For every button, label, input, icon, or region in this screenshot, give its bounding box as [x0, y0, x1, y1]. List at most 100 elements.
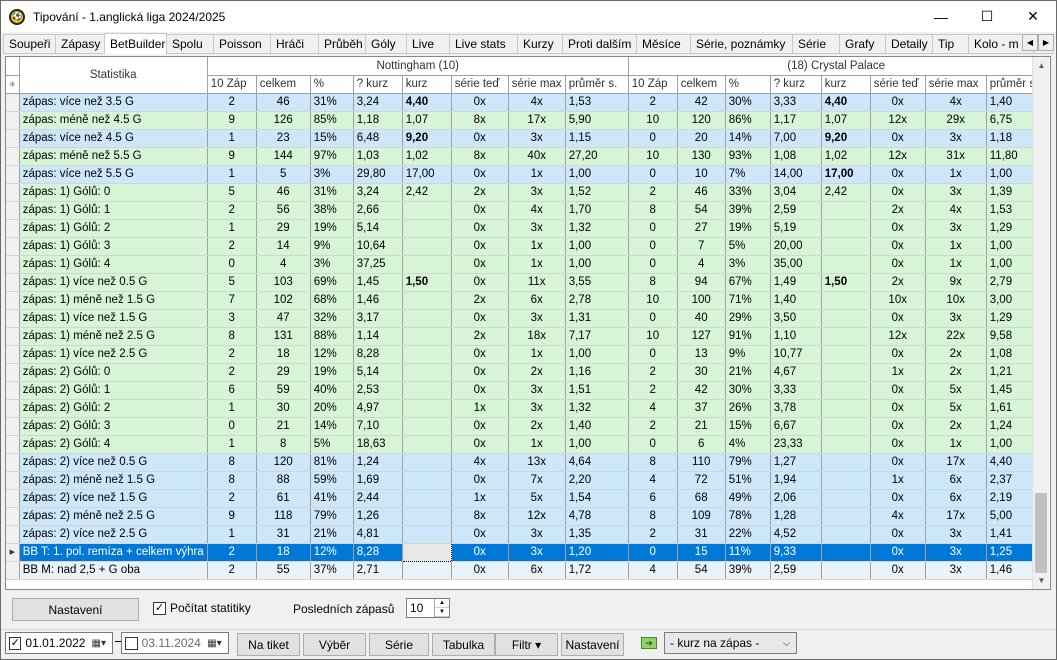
table-row[interactable]: zápas: 2) Gólů: 4 1 8 5% 18,63 0x 1x 1,00 0 6 4% 23…	[6, 435, 1045, 454]
data-cell[interactable]: 22x	[925, 327, 987, 346]
data-cell[interactable]: 88	[256, 471, 311, 490]
data-cell[interactable]: 8	[628, 273, 678, 292]
data-cell[interactable]: 3x	[925, 561, 987, 580]
data-cell[interactable]: 2,66	[353, 201, 403, 220]
row-indicator[interactable]	[6, 237, 20, 256]
data-cell[interactable]	[402, 525, 452, 544]
data-cell[interactable]: 7%	[725, 165, 771, 184]
data-cell[interactable]: 5	[256, 165, 311, 184]
data-cell[interactable]: 0x	[451, 345, 509, 364]
data-cell[interactable]: 6x	[925, 471, 987, 490]
col-header[interactable]: série max	[508, 75, 566, 94]
data-cell[interactable]: 8x	[451, 111, 509, 130]
table-row[interactable]: zápas: 2) více než 2.5 G 1 31 21% 4,81 0x 3x 1,…	[6, 525, 1045, 544]
data-cell[interactable]: 1,10	[770, 327, 822, 346]
data-cell[interactable]: 71%	[725, 291, 771, 310]
col-header[interactable]: série teď	[870, 75, 926, 94]
data-cell[interactable]: 3,78	[770, 399, 822, 418]
data-cell[interactable]: 5x	[925, 399, 987, 418]
data-cell[interactable]: 39%	[725, 201, 771, 220]
data-cell[interactable]: 2x	[925, 345, 987, 364]
data-cell[interactable]: 6,67	[770, 417, 822, 436]
data-cell[interactable]: 0x	[451, 381, 509, 400]
stat-name-cell[interactable]: zápas: více než 3.5 G	[19, 93, 208, 112]
data-cell[interactable]	[402, 363, 452, 382]
data-cell[interactable]: 1,49	[770, 273, 822, 292]
data-cell[interactable]: 120	[256, 453, 311, 472]
row-indicator[interactable]	[6, 399, 20, 418]
data-cell[interactable]	[402, 381, 452, 400]
data-cell[interactable]: 6x	[925, 489, 987, 508]
data-cell[interactable]: 3,33	[770, 93, 822, 112]
data-cell[interactable]: 3x	[925, 183, 987, 202]
data-cell[interactable]: 1,52	[565, 183, 629, 202]
data-cell[interactable]: 2	[207, 345, 257, 364]
data-cell[interactable]: 22%	[725, 525, 771, 544]
tab-5[interactable]: Hráči	[270, 34, 319, 53]
data-cell[interactable]: 29,80	[353, 165, 403, 184]
data-cell[interactable]: 5	[207, 273, 257, 292]
table-row[interactable]: zápas: 1) Gólů: 4 0 4 3% 37,25 0x 1x 1,00 0 4 3% 35…	[6, 255, 1045, 274]
data-cell[interactable]: 131	[256, 327, 311, 346]
data-cell[interactable]: 9,33	[770, 543, 822, 562]
stat-name-cell[interactable]: zápas: 1) méně než 2.5 G	[19, 327, 208, 346]
data-cell[interactable]: 0x	[451, 93, 509, 112]
data-cell[interactable]: 17x	[925, 507, 987, 526]
data-cell[interactable]: 2,06	[770, 489, 822, 508]
row-indicator[interactable]	[6, 345, 20, 364]
data-cell[interactable]: 0x	[451, 561, 509, 580]
data-cell[interactable]: 18	[256, 543, 311, 562]
data-cell[interactable]: 2,53	[353, 381, 403, 400]
data-cell[interactable]: 1,50	[821, 273, 871, 292]
data-cell[interactable]: 2	[628, 363, 678, 382]
data-cell[interactable]: 0x	[870, 129, 926, 148]
data-cell[interactable]: 3x	[925, 543, 987, 562]
data-cell[interactable]: 6	[677, 435, 726, 454]
spin-up-icon[interactable]: ▲	[435, 599, 449, 608]
table-row[interactable]: zápas: 1) Gólů: 2 1 29 19% 5,14 0x 3x 1,32 0 27 19…	[6, 219, 1045, 238]
stat-name-cell[interactable]: zápas: 1) Gólů: 0	[19, 183, 208, 202]
stat-name-cell[interactable]: zápas: 1) Gólů: 1	[19, 201, 208, 220]
data-cell[interactable]: 3x	[508, 309, 566, 328]
data-cell[interactable]: 1,50	[402, 273, 452, 292]
data-cell[interactable]: 100	[677, 291, 726, 310]
data-cell[interactable]: 1x	[925, 435, 987, 454]
table-row[interactable]: zápas: 2) méně než 1.5 G 8 88 59% 1,69 0x 7x 2,…	[6, 471, 1045, 490]
data-cell[interactable]	[402, 237, 452, 256]
data-cell[interactable]: 3x	[508, 183, 566, 202]
data-cell[interactable]: 0x	[451, 363, 509, 382]
maximize-button[interactable]: ☐	[964, 1, 1010, 32]
data-cell[interactable]	[821, 309, 871, 328]
data-cell[interactable]	[402, 417, 452, 436]
row-indicator[interactable]: ▶	[6, 543, 20, 562]
data-cell[interactable]: 1	[207, 219, 257, 238]
stat-name-cell[interactable]: zápas: 2) více než 2.5 G	[19, 525, 208, 544]
data-cell[interactable]: 1,24	[353, 453, 403, 472]
data-cell[interactable]: 1	[207, 399, 257, 418]
data-cell[interactable]: 4	[256, 255, 311, 274]
data-cell[interactable]: 13	[677, 345, 726, 364]
data-cell[interactable]: 30%	[725, 93, 771, 112]
table-row[interactable]: zápas: méně než 5.5 G 9 144 97% 1,03 1,02 8x 40…	[6, 147, 1045, 166]
data-cell[interactable]: 2	[207, 93, 257, 112]
data-cell[interactable]: 1,07	[402, 111, 452, 130]
stat-name-cell[interactable]: zápas: 2) Gólů: 3	[19, 417, 208, 436]
data-cell[interactable]: 12%	[310, 345, 354, 364]
data-cell[interactable]: 1,46	[353, 291, 403, 310]
table-row[interactable]: zápas: 1) méně než 2.5 G 8 131 88% 1,14 2x 18x…	[6, 327, 1045, 346]
table-row[interactable]: zápas: 2) Gólů: 1 6 59 40% 2,53 0x 3x 1,51 2 42 30…	[6, 381, 1045, 400]
tab-17[interactable]: Tip	[932, 34, 969, 53]
arrow-right-icon[interactable]: ➜	[641, 637, 657, 649]
data-cell[interactable]: 15%	[310, 129, 354, 148]
data-cell[interactable]: 0	[628, 219, 678, 238]
date-to-checkbox[interactable]	[125, 636, 138, 650]
data-cell[interactable]: 2	[628, 183, 678, 202]
data-cell[interactable]: 7,17	[565, 327, 629, 346]
data-cell[interactable]: 4x	[508, 201, 566, 220]
date-to-picker[interactable]: 03.11.2024 ▦▾	[121, 632, 229, 654]
data-cell[interactable]: 79%	[725, 453, 771, 472]
data-cell[interactable]	[821, 345, 871, 364]
stat-name-cell[interactable]: zápas: 1) více než 2.5 G	[19, 345, 208, 364]
data-cell[interactable]: 4,40	[821, 93, 871, 112]
data-cell[interactable]: 0x	[870, 435, 926, 454]
